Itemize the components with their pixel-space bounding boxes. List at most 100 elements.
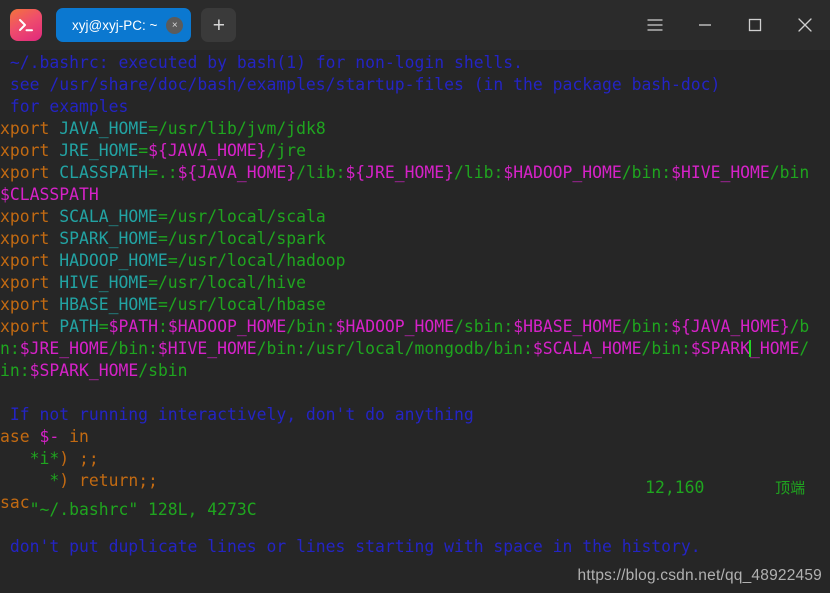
- terminal-text: /usr/local/scala: [167, 207, 326, 226]
- terminal-text: /lib:: [296, 163, 346, 182]
- terminal-text: =: [98, 317, 109, 336]
- terminal-text: /bin:/usr/local/mongodb/bin:: [256, 339, 533, 358]
- terminal-text: HADOOP_HOME: [59, 251, 168, 270]
- window-controls: [630, 0, 830, 50]
- terminal-text: /bin:: [621, 317, 672, 336]
- terminal-text: export: [0, 141, 50, 160]
- close-icon[interactable]: ×: [166, 16, 184, 34]
- terminal-text: /lib:: [454, 163, 504, 182]
- terminal-line: bin:$SPARK_HOME/sbin: [0, 360, 830, 382]
- terminal-text: $-: [39, 427, 60, 446]
- terminal-text: export: [0, 207, 50, 226]
- vim-scroll-indicator: 顶端: [775, 479, 806, 497]
- terminal-text: $HIVE_HOME: [671, 163, 770, 182]
- terminal-text: /usr/lib/jvm/jdk8: [157, 119, 326, 138]
- terminal-text: ) ;;: [59, 449, 99, 468]
- terminal-text: /bin: [769, 163, 810, 182]
- terminal-text: *i*: [29, 449, 60, 468]
- vim-status-file: "~/.bashrc" 128L, 4273C: [29, 500, 257, 519]
- terminal-viewport[interactable]: # ~/.bashrc: executed by bash(1) for non…: [0, 50, 830, 593]
- terminal-line: export HBASE_HOME=/usr/local/hbase: [0, 294, 830, 316]
- tab-strip: xyj@xyj-PC: ~ × +: [56, 8, 237, 42]
- terminal-text: ${JAVA_HOME}: [177, 163, 297, 182]
- terminal-line: export SCALA_HOME=/usr/local/scala: [0, 206, 830, 228]
- terminal-text: =: [138, 141, 149, 160]
- terminal-text: /bin:: [621, 163, 672, 182]
- terminal-text: export: [0, 317, 50, 336]
- terminal-prompt-icon: [10, 9, 42, 41]
- terminal-line: # ~/.bashrc: executed by bash(1) for non…: [0, 52, 830, 74]
- terminal-text: $HADOOP_HOME: [167, 317, 287, 336]
- terminal-text: in:: [0, 339, 20, 358]
- terminal-text: $SPARK: [690, 339, 751, 358]
- terminal-text: /jre: [266, 141, 306, 160]
- terminal-text: =: [167, 251, 178, 270]
- terminal-text: export: [0, 251, 50, 270]
- terminal-text: # for examples: [0, 97, 129, 116]
- terminal-text: export: [0, 229, 50, 248]
- terminal-line: case $- in: [0, 426, 830, 448]
- terminal-text: /bin:: [286, 317, 336, 336]
- terminal-text: $SCALA_HOME: [532, 339, 642, 358]
- terminal-line: in:$JRE_HOME/bin:$HIVE_HOME/bin:/usr/loc…: [0, 338, 830, 360]
- terminal-text: # If not running interactively, don't do…: [0, 405, 474, 424]
- terminal-line: export JAVA_HOME=/usr/lib/jvm/jdk8: [0, 118, 830, 140]
- terminal-text: CLASSPATH: [59, 163, 149, 182]
- terminal-text: export: [0, 163, 50, 182]
- menu-hamburger-icon[interactable]: [630, 0, 680, 50]
- terminal-text: export: [0, 119, 50, 138]
- terminal-text: HBASE_HOME: [59, 295, 158, 314]
- terminal-text: $HADOOP_HOME: [503, 163, 622, 182]
- terminal-text: =: [148, 119, 158, 138]
- terminal-text: JAVA_HOME: [59, 119, 149, 138]
- terminal-text: SPARK_HOME: [59, 229, 158, 248]
- terminal-text: # see /usr/share/doc/bash/examples/start…: [0, 75, 721, 94]
- terminal-line: export CLASSPATH=.:${JAVA_HOME}/lib:${JR…: [0, 162, 830, 184]
- terminal-text: =.:: [148, 163, 178, 182]
- terminal-text: :: [157, 317, 168, 336]
- terminal-text: =: [148, 273, 158, 292]
- maximize-icon[interactable]: [730, 0, 780, 50]
- minimize-icon[interactable]: [680, 0, 730, 50]
- terminal-text: /b: [789, 317, 810, 336]
- terminal-text: _HOME: [750, 339, 800, 358]
- terminal-line: export PATH=$PATH:$HADOOP_HOME/bin:$HADO…: [0, 316, 830, 338]
- tab-xyj-pc[interactable]: xyj@xyj-PC: ~ ×: [56, 8, 192, 42]
- terminal-text: in: [59, 427, 89, 446]
- terminal-line: *i*) ;;: [0, 448, 830, 470]
- terminal-line: # If not running interactively, don't do…: [0, 404, 830, 426]
- terminal-text: /: [799, 339, 810, 358]
- terminal-line: export HADOOP_HOME=/usr/local/hadoop: [0, 250, 830, 272]
- terminal-text: PATH: [59, 317, 99, 336]
- title-bar: xyj@xyj-PC: ~ × +: [0, 0, 830, 50]
- terminal-line: export SPARK_HOME=/usr/local/spark: [0, 228, 830, 250]
- terminal-text: export: [0, 273, 50, 292]
- terminal-text: $HADOOP_HOME: [335, 317, 455, 336]
- terminal-text: $HIVE_HOME: [157, 339, 257, 358]
- new-tab-button[interactable]: +: [201, 8, 237, 42]
- terminal-text: SCALA_HOME: [59, 207, 158, 226]
- terminal-text: $PATH: [108, 317, 158, 336]
- terminal-line: # see /usr/share/doc/bash/examples/start…: [0, 74, 830, 96]
- terminal-text: $JRE_HOME: [19, 339, 109, 358]
- terminal-line: export JRE_HOME=${JAVA_HOME}/jre: [0, 140, 830, 162]
- terminal-text: =: [157, 229, 168, 248]
- terminal-text: =: [157, 207, 168, 226]
- terminal-text: JRE_HOME: [59, 141, 139, 160]
- terminal-text: # ~/.bashrc: executed by bash(1) for non…: [0, 53, 524, 72]
- terminal-text: /usr/local/hive: [157, 273, 306, 292]
- terminal-text: =: [157, 295, 168, 314]
- terminal-line: export HIVE_HOME=/usr/local/hive: [0, 272, 830, 294]
- terminal-text: ${JAVA_HOME}: [671, 317, 790, 336]
- terminal-text: /sbin: [138, 361, 188, 380]
- terminal-line: :$CLASSPATH: [0, 184, 830, 206]
- close-window-icon[interactable]: [780, 0, 830, 50]
- tab-title: xyj@xyj-PC: ~: [72, 17, 158, 33]
